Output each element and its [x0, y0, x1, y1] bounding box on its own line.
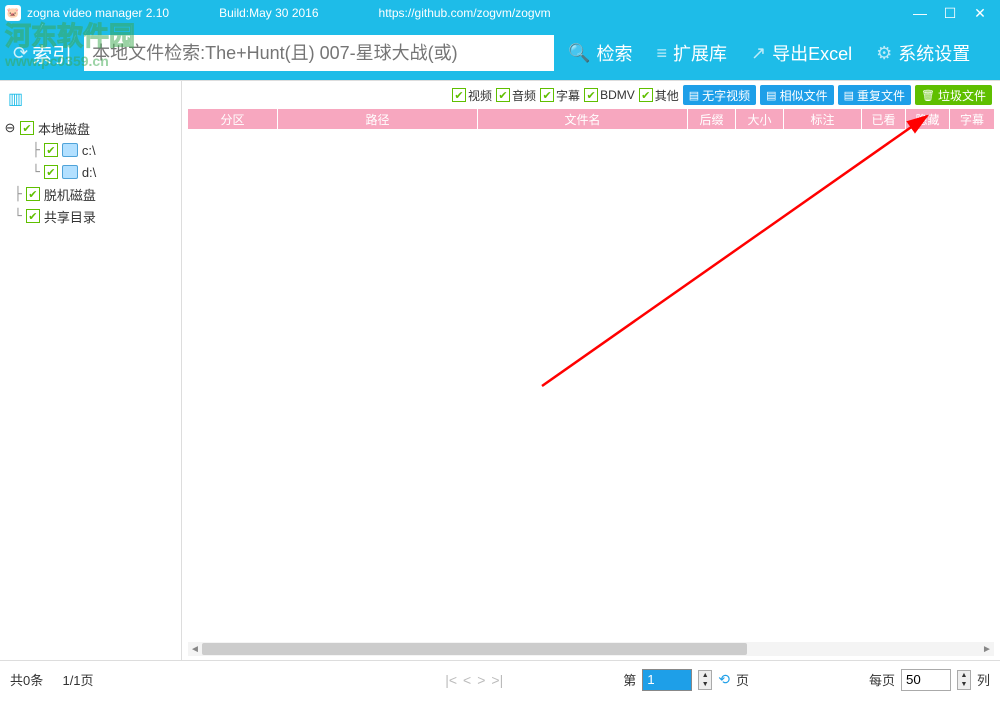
- tree-item-local-disk[interactable]: ⊖ ✔ 本地磁盘: [4, 117, 177, 139]
- col-filename[interactable]: 文件名: [478, 109, 688, 129]
- tree-item-shared-dir[interactable]: └ ✔ 共享目录: [4, 205, 177, 227]
- duplicate-files-button[interactable]: ▤重复文件: [838, 85, 911, 105]
- page-count: 1/1页: [62, 670, 93, 689]
- table-header: 分区 路径 文件名 后缀 大小 标注 已看 隐藏 字幕: [188, 109, 994, 129]
- tree-item-offline-disk[interactable]: ├ ✔ 脱机磁盘: [4, 183, 177, 205]
- nosub-video-button[interactable]: ▤无字视频: [683, 85, 756, 105]
- filter-subtitle[interactable]: ✔字幕: [540, 87, 580, 104]
- trash-icon: 🗑: [921, 89, 935, 102]
- doc-icon: ▤: [844, 89, 854, 102]
- collapse-icon[interactable]: ⊖: [4, 120, 16, 136]
- folder-tree: ⊖ ✔ 本地磁盘 ├ ✔ c:\ └ ✔ d:\ ├ ✔ 脱机磁盘: [4, 117, 177, 227]
- tree-item-d-drive[interactable]: └ ✔ d:\: [4, 161, 177, 183]
- main-panel: ✔视频 ✔音频 ✔字幕 ✔BDMV ✔其他 ▤无字视频 ▤相似文件 ▤重复文件 …: [182, 81, 1000, 660]
- repo-url: https://github.com/zogvm/zogvm: [379, 6, 551, 20]
- tree-item-c-drive[interactable]: ├ ✔ c:\: [4, 139, 177, 161]
- settings-button[interactable]: ⚙ 系统设置: [866, 40, 980, 66]
- checkbox[interactable]: ✔: [26, 209, 40, 223]
- folder-icon: [62, 143, 78, 157]
- minimize-button[interactable]: —: [905, 3, 935, 23]
- first-page-button[interactable]: |<: [445, 672, 457, 688]
- similar-files-button[interactable]: ▤相似文件: [760, 85, 833, 105]
- search-button[interactable]: 🔍 检索: [558, 40, 642, 66]
- index-button[interactable]: ⟳ 索引: [5, 39, 80, 68]
- gear-icon: ⚙: [876, 43, 892, 64]
- build-label: Build:May 30 2016: [219, 6, 318, 20]
- col-path[interactable]: 路径: [278, 109, 478, 129]
- checkbox[interactable]: ✔: [44, 165, 58, 179]
- filter-audio[interactable]: ✔音频: [496, 87, 536, 104]
- export-icon: ↗: [751, 43, 766, 64]
- refresh-page-button[interactable]: ⟲: [718, 671, 730, 688]
- total-count: 共0条: [10, 670, 43, 689]
- prev-page-button[interactable]: <: [463, 672, 471, 688]
- checkbox[interactable]: ✔: [20, 121, 34, 135]
- last-page-button[interactable]: >|: [491, 672, 503, 688]
- filter-other[interactable]: ✔其他: [639, 87, 679, 104]
- sidebar: ▥ ⊖ ✔ 本地磁盘 ├ ✔ c:\ └ ✔ d:\ ├ ✔: [0, 81, 182, 660]
- extend-lib-button[interactable]: ≡ 扩展库: [647, 40, 738, 66]
- filter-bdmv[interactable]: ✔BDMV: [584, 88, 635, 102]
- sidebar-columns-button[interactable]: ▥: [4, 87, 177, 111]
- close-button[interactable]: ✕: [965, 3, 995, 23]
- filter-bar: ✔视频 ✔音频 ✔字幕 ✔BDMV ✔其他 ▤无字视频 ▤相似文件 ▤重复文件 …: [182, 81, 1000, 109]
- pager: |< < > >|: [445, 672, 503, 688]
- col-note[interactable]: 标注: [784, 109, 862, 129]
- scroll-left-icon[interactable]: ◄: [188, 644, 202, 655]
- col-seen[interactable]: 已看: [862, 109, 906, 129]
- doc-icon: ▤: [689, 89, 699, 102]
- search-icon: 🔍: [568, 43, 590, 64]
- perpage-input[interactable]: [901, 669, 951, 691]
- next-page-button[interactable]: >: [477, 672, 485, 688]
- col-partition[interactable]: 分区: [188, 109, 278, 129]
- col-ext[interactable]: 后缀: [688, 109, 736, 129]
- export-excel-button[interactable]: ↗ 导出Excel: [741, 40, 862, 66]
- maximize-button[interactable]: ☐: [935, 3, 965, 23]
- app-icon: 🐷: [5, 5, 21, 21]
- scroll-right-icon[interactable]: ►: [980, 644, 994, 655]
- horizontal-scrollbar[interactable]: ◄ ►: [188, 642, 994, 656]
- status-bar: 共0条 1/1页 |< < > >| 第 ▲▼ ⟲ 页 每页 ▲▼ 列: [0, 660, 1000, 698]
- trash-files-button[interactable]: 🗑垃圾文件: [915, 85, 992, 105]
- col-sub[interactable]: 字幕: [950, 109, 994, 129]
- refresh-icon: ⟳: [13, 43, 28, 64]
- page-number-input[interactable]: [642, 669, 692, 691]
- columns-icon: ▥: [8, 91, 23, 108]
- checkbox[interactable]: ✔: [44, 143, 58, 157]
- filter-video[interactable]: ✔视频: [452, 87, 492, 104]
- perpage-spinner[interactable]: ▲▼: [957, 670, 971, 690]
- titlebar: 🐷 zogna video manager 2.10 Build:May 30 …: [0, 0, 1000, 26]
- scroll-thumb[interactable]: [202, 643, 747, 655]
- checkbox[interactable]: ✔: [26, 187, 40, 201]
- col-hide[interactable]: 隐藏: [906, 109, 950, 129]
- table-body: [188, 129, 994, 642]
- doc-icon: ▤: [766, 89, 776, 102]
- search-input[interactable]: [84, 35, 554, 71]
- folder-icon: [62, 165, 78, 179]
- toolbar: 河东软件园 www.pc0359.cn ⟳ 索引 🔍 检索 ≡ 扩展库 ↗ 导出…: [0, 26, 1000, 80]
- page-spinner[interactable]: ▲▼: [698, 670, 712, 690]
- list-icon: ≡: [657, 43, 668, 64]
- app-title: zogna video manager 2.10: [27, 6, 169, 20]
- col-size[interactable]: 大小: [736, 109, 784, 129]
